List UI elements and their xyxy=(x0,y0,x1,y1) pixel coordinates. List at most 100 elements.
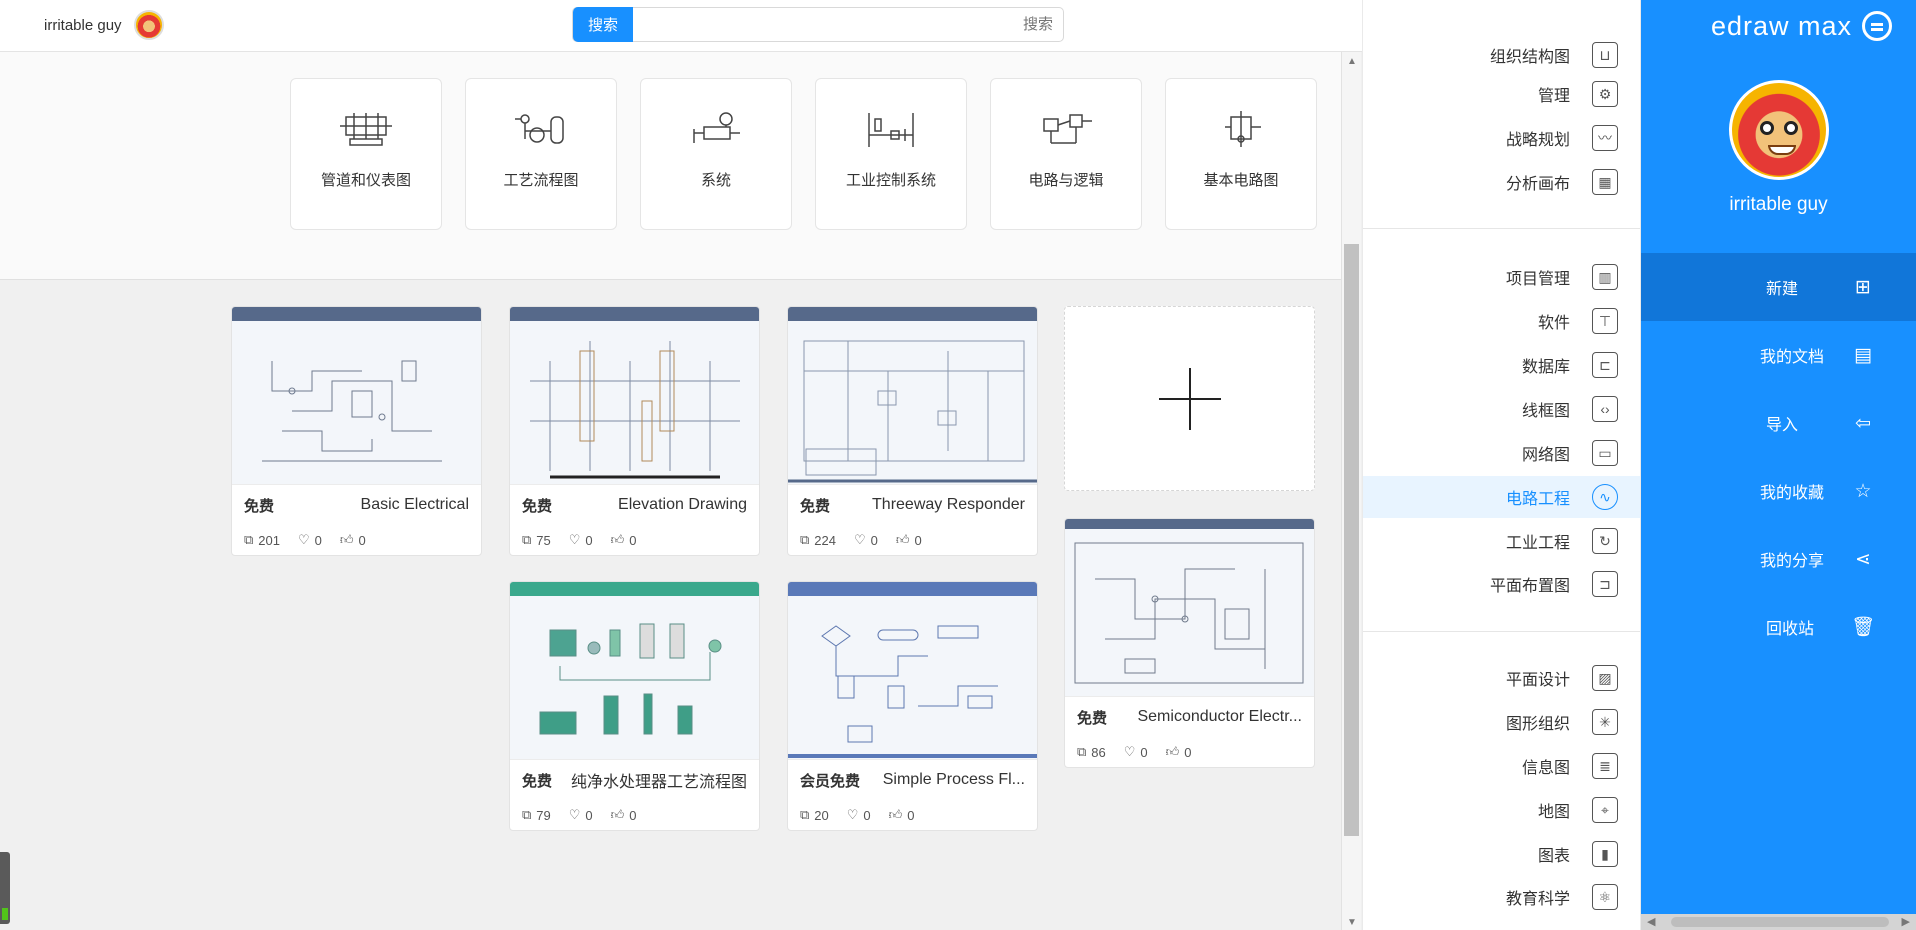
likes-count: 0 xyxy=(907,807,915,823)
template-basic-circuit[interactable]: 基本电路图 xyxy=(1165,78,1317,230)
template-card[interactable]: 免费 Basic Electrical ⧉ 201 ♡ 0 👍︎ 0 xyxy=(231,306,482,556)
likes-count: 0 xyxy=(1184,744,1192,760)
card-title: Basic Electrical xyxy=(360,496,469,513)
price-tag: 免费 xyxy=(244,497,275,515)
likes-stat[interactable]: 👍︎ 0 xyxy=(611,807,637,823)
template-card[interactable]: 会员免费 Simple Process Fl... ⧉ 20 ♡ 0 👍︎ 0 xyxy=(787,581,1038,831)
card-title: Elevation Drawing xyxy=(618,496,747,513)
nav-item-import[interactable]: 导入 ⇦ xyxy=(1641,389,1916,457)
likes-stat[interactable]: 👍︎ 0 xyxy=(889,807,915,823)
favorites-stat[interactable]: ♡ 0 xyxy=(1124,744,1148,760)
template-card[interactable]: 免费 Semiconductor Electr... ⧉ 86 ♡ 0 👍︎ 0 xyxy=(1064,518,1315,768)
template-circuit-logic[interactable]: 电路与逻辑 xyxy=(990,78,1142,230)
card-title-row: 免费 Basic Electrical xyxy=(232,485,481,525)
scroll-down-arrow-icon[interactable]: ▼ xyxy=(1347,917,1357,928)
nav-item-my-documents[interactable]: 我的文档 ▤ xyxy=(1641,321,1916,389)
template-industrial-control[interactable]: 工业控制系统 xyxy=(815,78,967,230)
new-blank-diagram-button[interactable] xyxy=(1064,306,1315,491)
main-scrollbar[interactable]: ▲ ▼ xyxy=(1341,52,1361,930)
category-software[interactable]: 软件 ⊤ xyxy=(1506,301,1618,341)
scroll-left-arrow-icon[interactable]: ◀ xyxy=(1647,915,1655,928)
nav-label: 回收站 xyxy=(1766,621,1815,638)
heart-icon: ♡ xyxy=(568,807,581,822)
favorites-stat[interactable]: ♡ 0 xyxy=(854,532,878,548)
category-label: 组织结构图 xyxy=(1489,49,1570,66)
category-charts[interactable]: 图表 ▮ xyxy=(1506,834,1618,874)
scrollbar-thumb[interactable] xyxy=(1344,244,1359,836)
category-network[interactable]: 网络图 ▭ xyxy=(1506,433,1618,473)
copy-icon: ⧉ xyxy=(800,807,810,822)
category-industrial-engineering[interactable]: 工业工程 ↻ xyxy=(1506,521,1618,561)
category-divider xyxy=(1363,228,1640,229)
category-education-science[interactable]: 教育科学 ⚛ xyxy=(1506,877,1618,917)
likes-stat[interactable]: 👍︎ 0 xyxy=(1166,744,1192,760)
likes-stat[interactable]: 👍︎ 0 xyxy=(340,532,366,548)
topbar-user[interactable]: irritable guy xyxy=(44,10,164,40)
likes-count: 0 xyxy=(629,532,637,548)
network-icon: ▭ xyxy=(1592,440,1618,466)
brand-sidebar: edraw max irritable guy 新建 ⊞ 我的文档 ▤ 导入 ⇦… xyxy=(1641,0,1916,930)
template-process-flow[interactable]: 工艺流程图 xyxy=(465,78,617,230)
category-label: 平面布置图 xyxy=(1489,578,1570,595)
database-icon: ⊏ xyxy=(1592,352,1618,378)
nav-item-trash[interactable]: 回收站 🗑 xyxy=(1641,593,1916,661)
category-project-management[interactable]: 项目管理 ▥ xyxy=(1506,257,1618,297)
template-label: 工艺流程图 xyxy=(503,172,579,189)
industrial-icon: ↻ xyxy=(1592,528,1618,554)
nav-item-new[interactable]: 新建 ⊞ xyxy=(1641,253,1916,321)
avatar[interactable] xyxy=(1728,80,1829,180)
likes-stat[interactable]: 👍︎ 0 xyxy=(896,532,922,548)
scroll-right-arrow-icon[interactable]: ▶ xyxy=(1902,915,1910,928)
template-system[interactable]: 系统 xyxy=(640,78,792,230)
favorites-stat[interactable]: ♡ 0 xyxy=(569,807,593,823)
category-strategy[interactable]: 战略规划 〰 xyxy=(1506,118,1618,158)
software-icon: ⊤ xyxy=(1592,308,1618,334)
favorites-stat[interactable]: ♡ 0 xyxy=(847,807,871,823)
diagram-preview xyxy=(262,360,442,462)
profile-name: irritable guy xyxy=(1729,194,1828,215)
card-title-row: 免费 Elevation Drawing xyxy=(510,485,759,525)
brand-logo-area[interactable]: edraw max xyxy=(1711,8,1892,44)
category-wireframe[interactable]: 线框图 ‹› xyxy=(1506,389,1618,429)
topbar-avatar[interactable] xyxy=(133,10,164,40)
category-org-chart[interactable]: 组织结构图 ⊔ xyxy=(1490,35,1618,75)
category-infographic[interactable]: 信息图 ≣ xyxy=(1506,746,1618,786)
copies-count: 79 xyxy=(536,807,551,823)
system-icon xyxy=(693,112,740,143)
favorites-stat[interactable]: ♡ 0 xyxy=(569,532,593,548)
card-title-row: 免费 Semiconductor Electr... xyxy=(1065,697,1314,737)
likes-stat[interactable]: 👍︎ 0 xyxy=(611,532,637,548)
nav-item-my-shares[interactable]: 我的分享 ⋖ xyxy=(1641,525,1916,593)
search-input[interactable] xyxy=(653,8,1053,41)
card-stats: ⧉ 201 ♡ 0 👍︎ 0 xyxy=(232,525,481,555)
search-button[interactable]: 搜索 xyxy=(573,7,633,42)
favorites-stat[interactable]: ♡ 0 xyxy=(298,532,322,548)
favorites-count: 0 xyxy=(870,532,878,548)
category-label: 软件 xyxy=(1537,315,1570,332)
copy-icon: ⧉ xyxy=(522,807,532,822)
category-database[interactable]: 数据库 ⊏ xyxy=(1506,345,1618,385)
card-thumbnail xyxy=(788,582,1037,760)
template-card[interactable]: 免费 纯净水处理器工艺流程图 ⧉ 79 ♡ 0 👍︎ 0 xyxy=(509,581,760,831)
category-management[interactable]: 管理 ⚙ xyxy=(1506,74,1618,114)
category-map[interactable]: 地图 ⌖ xyxy=(1506,790,1618,830)
nav-label: 新建 xyxy=(1766,281,1799,298)
template-strip: 管道和仪表图 工艺流程图 系统 工业控制系统 电路与逻辑 基本电路图 xyxy=(0,52,1341,280)
nav-item-favorites[interactable]: 我的收藏 ☆ xyxy=(1641,457,1916,525)
category-graphic-design[interactable]: 平面设计 ▨ xyxy=(1506,658,1618,698)
scroll-up-arrow-icon[interactable]: ▲ xyxy=(1347,56,1357,67)
template-card[interactable]: 免费 Elevation Drawing ⧉ 75 ♡ 0 👍︎ 0 xyxy=(509,306,760,556)
category-analysis-canvas[interactable]: 分析画布 ▦ xyxy=(1506,162,1618,202)
floating-widget-handle[interactable] xyxy=(0,852,10,924)
topbar-username: irritable guy xyxy=(44,16,122,34)
card-title-row: 会员免费 Simple Process Fl... xyxy=(788,760,1037,800)
horizontal-scrollbar[interactable]: ◀ ▶ xyxy=(1641,914,1916,930)
template-card[interactable]: 免费 Threeway Responder ⧉ 224 ♡ 0 👍︎ 0 xyxy=(787,306,1038,556)
category-floor-plan[interactable]: 平面布置图 ⊐ xyxy=(1490,564,1618,604)
template-piping-instrument[interactable]: 管道和仪表图 xyxy=(290,78,442,230)
category-label: 教育科学 xyxy=(1505,891,1570,908)
category-circuit-engineering[interactable]: 电路工程 ∿ xyxy=(1363,476,1640,518)
category-graphic-organizer[interactable]: 图形组织 ✳ xyxy=(1506,702,1618,742)
category-label: 分析画布 xyxy=(1505,176,1570,193)
scrollbar-thumb[interactable] xyxy=(1671,917,1889,927)
